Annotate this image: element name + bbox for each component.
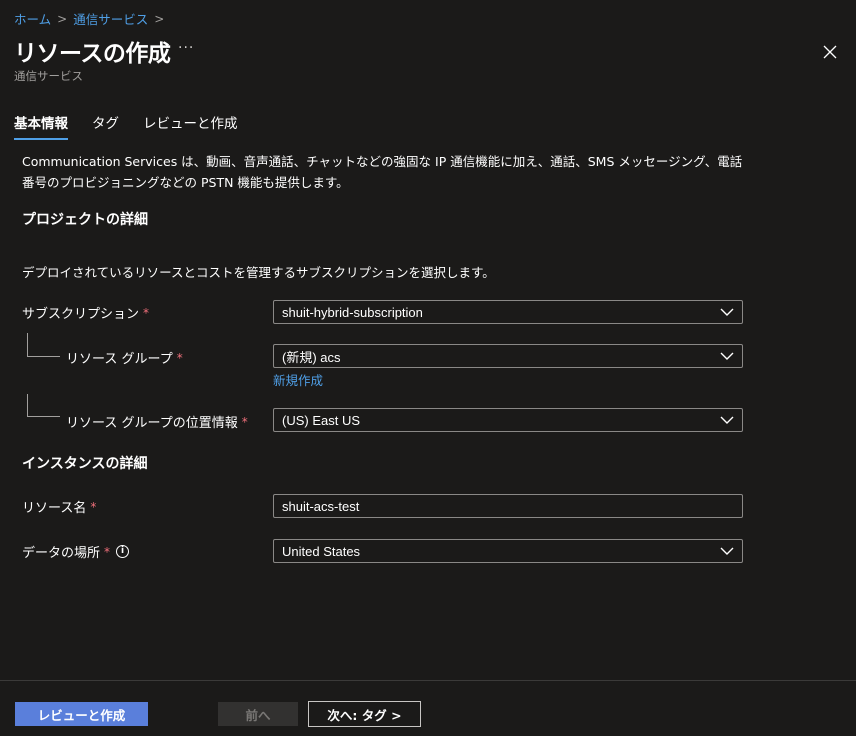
page-subtitle: 通信サービス — [14, 69, 83, 83]
breadcrumb-separator: > — [154, 11, 165, 26]
tree-connector — [27, 333, 60, 357]
chevron-down-icon — [720, 352, 734, 360]
page-title: リソースの作成 — [14, 41, 171, 67]
instance-details-heading: インスタンスの詳細 — [22, 456, 148, 472]
resource-name-label-text: リソース名 — [22, 501, 87, 516]
tree-connector — [27, 394, 60, 417]
chevron-down-icon — [720, 416, 734, 424]
close-icon — [823, 45, 837, 59]
location-value: (US) East US — [282, 412, 361, 428]
breadcrumb-home-link[interactable]: ホーム — [14, 9, 51, 28]
next-tags-button[interactable]: 次へ: タグ > — [308, 701, 421, 727]
data-location-value: United States — [282, 543, 361, 559]
project-details-heading: プロジェクトの詳細 — [22, 212, 148, 228]
subscription-value: shuit-hybrid-subscription — [282, 304, 423, 320]
project-details-text: デプロイされているリソースとコストを管理するサブスクリプションを選択します。 — [22, 265, 495, 280]
data-location-label: データの場所 * i — [22, 542, 130, 561]
resource-name-value: shuit-acs-test — [282, 498, 360, 514]
info-icon[interactable]: i — [116, 545, 130, 558]
resource-name-label: リソース名 * — [22, 497, 97, 517]
required-mark: * — [143, 305, 150, 320]
resource-group-label: リソース グループ * — [66, 348, 183, 368]
required-mark: * — [241, 414, 248, 429]
breadcrumb: ホーム > 通信サービス > — [14, 9, 164, 28]
location-select[interactable]: (US) East US — [273, 408, 743, 432]
footer-bar: レビューと作成 前へ 次へ: タグ > — [0, 680, 856, 736]
subscription-label: サブスクリプション * — [22, 303, 150, 323]
chevron-down-icon — [720, 547, 734, 555]
required-mark: * — [176, 350, 183, 365]
location-label: リソース グループの位置情報 * — [66, 412, 248, 432]
tab-review-create[interactable]: レビューと作成 — [143, 110, 238, 138]
service-description: Communication Services は、動画、音声通話、チャットなどの… — [22, 154, 743, 190]
breadcrumb-service-link[interactable]: 通信サービス — [73, 9, 148, 28]
chevron-down-icon — [720, 308, 734, 316]
resource-group-value: (新規) acs — [282, 349, 341, 365]
tab-bar: 基本情報 タグ レビューと作成 — [14, 110, 262, 140]
data-location-select[interactable]: United States — [273, 539, 743, 563]
tab-basics[interactable]: 基本情報 — [14, 110, 68, 140]
resource-group-select[interactable]: (新規) acs — [273, 344, 743, 368]
create-new-resource-group-link[interactable]: 新規作成 — [273, 370, 323, 389]
review-create-button[interactable]: レビューと作成 — [15, 702, 148, 726]
close-button[interactable] — [822, 44, 838, 60]
breadcrumb-separator: > — [57, 11, 68, 26]
required-mark: * — [104, 544, 111, 559]
resource-group-label-text: リソース グループ — [66, 352, 173, 367]
more-options-button[interactable]: ··· — [178, 40, 194, 56]
data-location-label-text: データの場所 — [22, 546, 101, 561]
tab-tags[interactable]: タグ — [92, 110, 119, 138]
required-mark: * — [90, 499, 97, 514]
location-label-text: リソース グループの位置情報 — [66, 416, 238, 431]
previous-button[interactable]: 前へ — [218, 702, 298, 726]
create-resource-page: ホーム > 通信サービス > リソースの作成 ··· 通信サービス 基本情報 タ… — [0, 0, 856, 736]
resource-name-input[interactable]: shuit-acs-test — [273, 494, 743, 518]
subscription-select[interactable]: shuit-hybrid-subscription — [273, 300, 743, 324]
subscription-label-text: サブスクリプション — [22, 307, 140, 322]
